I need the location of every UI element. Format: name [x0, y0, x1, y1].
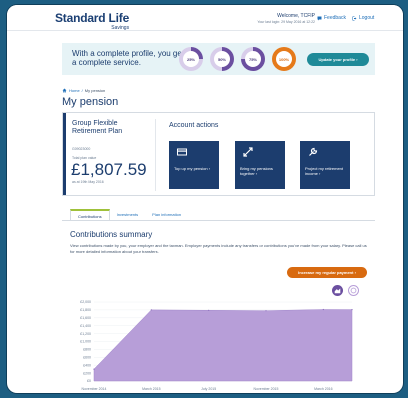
top-up-label: Top up my pension ›	[174, 166, 211, 171]
breadcrumb-home[interactable]: Home	[69, 88, 80, 93]
update-profile-button[interactable]: Update your profile ›	[307, 53, 369, 66]
feedback-link[interactable]: Feedback	[317, 15, 346, 21]
data-point[interactable]	[322, 308, 324, 311]
plan-summary-card: Group Flexible Retirement Plan G09023000…	[62, 112, 375, 196]
account-actions-title: Account actions	[169, 122, 219, 129]
divider	[155, 119, 156, 191]
banner-text: With a complete profile, you get a compl…	[72, 49, 185, 67]
y-tick-label: £1,600	[80, 316, 91, 320]
data-point[interactable]	[351, 309, 353, 311]
y-tick-label: £1,800	[80, 308, 91, 312]
welcome-block: Welcome, TCFIP Your last login: 29 May 2…	[235, 13, 315, 24]
data-point[interactable]	[208, 309, 210, 311]
y-tick-label: £600	[83, 356, 91, 360]
plan-name: Group Flexible Retirement Plan	[72, 120, 123, 135]
project-retirement-income-button[interactable]: Project my retirement income ›	[300, 141, 350, 189]
contributions-description: View contributions made by you, your emp…	[70, 243, 367, 254]
merge-arrows-icon	[243, 147, 253, 157]
x-tick-label: July 2015	[201, 387, 216, 391]
y-tick-label: £1,000	[80, 340, 91, 344]
y-tick-label: £200	[83, 371, 91, 375]
logout-label: Logout	[359, 15, 375, 21]
x-tick-label: March 2016	[314, 387, 333, 391]
breadcrumb: Home / My pension	[62, 88, 105, 93]
x-tick-label: March 2015	[142, 387, 161, 391]
data-point[interactable]	[93, 368, 95, 370]
feedback-label: Feedback	[324, 15, 346, 21]
y-tick-label: £800	[83, 348, 91, 352]
data-point[interactable]	[265, 310, 267, 312]
y-tick-label: £1,200	[80, 332, 91, 336]
contributions-title: Contributions summary	[70, 230, 153, 239]
progress-ring-100: 100%	[272, 47, 296, 71]
profile-banner: With a complete profile, you get a compl…	[62, 43, 375, 75]
area-chart-toggle[interactable]	[332, 285, 343, 296]
last-login-text: Your last login: 29 May 2016 at 12:22	[257, 20, 315, 24]
logo[interactable]: Standard Life Savings	[55, 10, 129, 31]
contributions-chart: £2,000 £1,800 £1,600 £1,400 £1,200 £1,000 £800…	[80, 300, 353, 391]
ring-label: 50%	[214, 51, 230, 67]
top-up-button[interactable]: Top up my pension ›	[169, 141, 219, 189]
logo-subtext: Savings	[111, 25, 130, 31]
progress-ring-75: 75%	[241, 47, 265, 71]
x-tick-label: November 2014	[82, 387, 107, 391]
series-area[interactable]	[93, 309, 353, 382]
logout-icon	[352, 16, 357, 20]
bring-pensions-together-button[interactable]: Bring my pensions together ›	[235, 141, 285, 189]
y-tick-label: £1,400	[80, 324, 91, 328]
y-tick-label: £0	[87, 379, 91, 383]
breadcrumb-current: My pension	[84, 88, 106, 93]
app-window: Standard Life Savings Welcome, TCFIP You…	[7, 5, 403, 393]
home-icon	[62, 88, 67, 93]
pie-chart-toggle[interactable]	[348, 285, 359, 296]
increase-payment-button[interactable]: Increase my regular payment ›	[287, 267, 367, 278]
data-point[interactable]	[150, 309, 152, 311]
breadcrumb-separator: /	[81, 88, 83, 93]
card-accent-stripe	[63, 113, 66, 195]
y-tick-label: £2,000	[80, 300, 91, 304]
logo-text: Standard Life	[55, 11, 130, 25]
plan-value-date: as at 19th May 2016	[72, 180, 104, 184]
plan-number: G09023000	[72, 147, 91, 151]
progress-ring-25: 25%	[179, 47, 203, 71]
ring-label: 75%	[245, 51, 261, 67]
progress-ring-50: 50%	[210, 47, 234, 71]
page-title: My pension	[62, 96, 119, 108]
speech-bubble-icon	[317, 16, 322, 20]
ring-label: 25%	[183, 51, 199, 67]
y-tick-label: £400	[83, 363, 91, 367]
tab-underline	[62, 220, 375, 221]
wrench-icon	[309, 147, 318, 156]
plan-value: £1,807.59	[71, 160, 147, 179]
card-icon	[177, 148, 187, 156]
logout-link[interactable]: Logout	[352, 15, 374, 21]
ring-label: 100%	[276, 51, 292, 67]
header: Standard Life Savings Welcome, TCFIP You…	[7, 5, 403, 31]
pie-chart-icon	[350, 287, 357, 294]
area-chart-icon	[334, 288, 341, 294]
project-income-label: Project my retirement income ›	[305, 166, 344, 176]
bring-pensions-label: Bring my pensions together ›	[240, 166, 273, 176]
x-tick-label: November 2015	[254, 387, 279, 391]
welcome-text: Welcome, TCFIP	[277, 13, 315, 19]
